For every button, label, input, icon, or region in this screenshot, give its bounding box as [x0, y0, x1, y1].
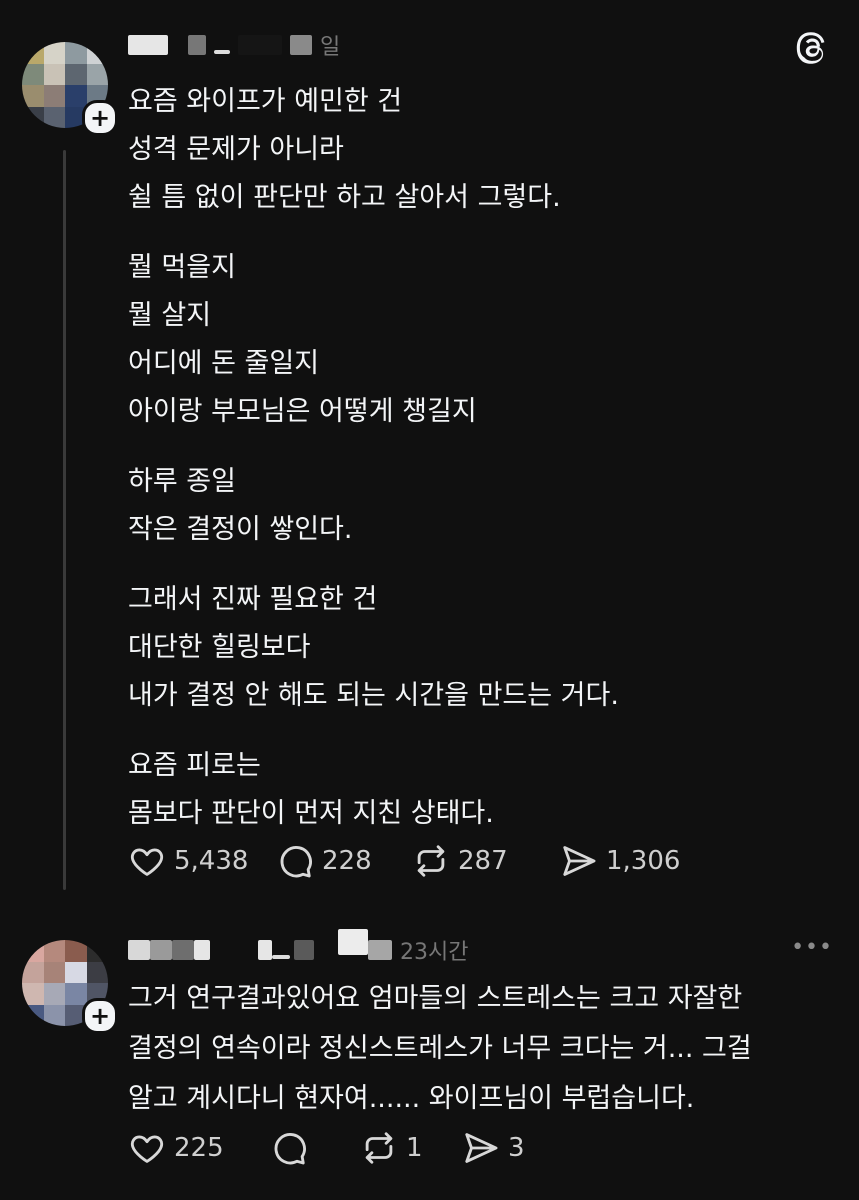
reply-actions: 225 1 3: [128, 1129, 525, 1167]
comment-button[interactable]: 228: [276, 842, 412, 880]
author-avatar[interactable]: +: [22, 940, 118, 1034]
heart-icon: [130, 848, 164, 876]
like-button[interactable]: 225: [128, 1129, 270, 1167]
text-line: 뭘 살지: [128, 300, 212, 331]
text-line: 그거 연구결과있어요 엄마들의 스트레스는 크고 자잘한: [128, 983, 743, 1014]
text-line: 요즘 와이프가 예민한 건: [128, 86, 403, 117]
post-body: 요즘 와이프가 예민한 건 성격 문제가 아니라 쉴 틈 없이 판단만 하고 살…: [128, 78, 828, 860]
repost-button[interactable]: 287: [412, 842, 560, 880]
text-line: 성격 문제가 아니라: [128, 134, 344, 165]
redacted-username-part: [258, 940, 272, 960]
text-line: 그래서 진짜 필요한 건: [128, 584, 378, 615]
post-actions: 5,438 228 287 1,306: [128, 842, 680, 880]
main-post: + 일 요즘 와이프가 예민한 건 성격 문제가 아니라 쉴 틈 없이 판단만 …: [0, 0, 859, 915]
more-dots-icon[interactable]: •••: [791, 935, 833, 960]
comment-count: 228: [322, 846, 372, 876]
text-line: 대단한 힐링보다: [128, 632, 311, 663]
text-line: 작은 결정이 쌓인다.: [128, 514, 353, 545]
like-button[interactable]: 5,438: [128, 842, 276, 880]
text-line: 몸보다 판단이 먼저 지친 상태다.: [128, 798, 494, 829]
redacted-username-part: [214, 50, 230, 54]
comment-bubble-icon: [280, 846, 312, 878]
redacted-username[interactable]: [128, 940, 150, 960]
text-line: 결정의 연속이라 정신스트레스가 너무 크다는 거... 그걸: [128, 1033, 752, 1064]
text-line: 뭘 먹을지: [128, 252, 236, 283]
repost-icon: [417, 845, 445, 877]
share-count: 1,306: [606, 846, 681, 876]
post-timestamp: 일: [320, 35, 341, 60]
author-row: 일: [128, 32, 341, 60]
redacted-username-part: [290, 35, 312, 55]
text-line: 요즘 피로는: [128, 750, 261, 781]
share-count: 3: [508, 1133, 525, 1163]
reply-body: 그거 연구결과있어요 엄마들의 스트레스는 크고 자잘한 결정의 연속이라 정신…: [128, 974, 828, 1124]
send-icon: [465, 1133, 498, 1163]
author-avatar[interactable]: +: [22, 42, 118, 136]
reply-timestamp: 23시간: [400, 940, 469, 965]
text-line: 어디에 돈 줄일지: [128, 348, 320, 379]
reply-post: + 23시간 ••• 그거 연구결과있어요 엄마들의 스트레스는 크고 자잘한 …: [0, 915, 859, 1200]
comment-bubble-icon: [274, 1133, 306, 1165]
paragraph: 요즘 와이프가 예민한 건 성격 문제가 아니라 쉴 틈 없이 판단만 하고 살…: [128, 78, 828, 222]
paragraph: 요즘 피로는 몸보다 판단이 먼저 지친 상태다.: [128, 742, 828, 838]
follow-plus-icon[interactable]: +: [82, 100, 118, 136]
send-icon: [563, 846, 596, 876]
like-count: 225: [174, 1133, 224, 1163]
share-button[interactable]: 1,306: [560, 842, 680, 880]
redacted-username-part: [368, 940, 392, 960]
share-button[interactable]: 3: [462, 1129, 525, 1167]
repost-button[interactable]: 1: [360, 1129, 462, 1167]
redacted-username-part: [338, 929, 368, 955]
text-line: 아이랑 부모님은 어떻게 챙길지: [128, 396, 477, 427]
redacted-username-part: [188, 35, 206, 55]
text-line: 내가 결정 안 해도 되는 시간을 만드는 거다.: [128, 680, 619, 711]
follow-plus-icon[interactable]: +: [82, 998, 118, 1034]
redacted-username-part: [194, 940, 210, 960]
threads-logo-icon[interactable]: [795, 30, 831, 66]
redacted-username-part: [238, 35, 282, 55]
redacted-username-part: [172, 940, 194, 960]
paragraph: 그래서 진짜 필요한 건 대단한 힐링보다 내가 결정 안 해도 되는 시간을 …: [128, 576, 828, 720]
paragraph: 하루 종일 작은 결정이 쌓인다.: [128, 458, 828, 554]
redacted-username[interactable]: [128, 35, 168, 55]
author-row: 23시간: [128, 929, 469, 965]
redacted-username-part: [272, 955, 290, 959]
repost-icon: [365, 1132, 393, 1164]
text-line: 알고 계시다니 현자여...... 와이프님이 부럽습니다.: [128, 1083, 695, 1114]
text-line: 쉴 틈 없이 판단만 하고 살아서 그렇다.: [128, 182, 561, 213]
redacted-username-part: [150, 940, 172, 960]
heart-icon: [130, 1135, 164, 1163]
repost-count: 1: [406, 1133, 423, 1163]
paragraph: 뭘 먹을지 뭘 살지 어디에 돈 줄일지 아이랑 부모님은 어떻게 챙길지: [128, 244, 828, 436]
comment-button[interactable]: [270, 1129, 360, 1167]
thread-connector-line: [63, 150, 66, 890]
repost-count: 287: [458, 846, 508, 876]
text-line: 하루 종일: [128, 466, 236, 497]
redacted-username-part: [294, 940, 314, 960]
like-count: 5,438: [174, 846, 249, 876]
paragraph: 그거 연구결과있어요 엄마들의 스트레스는 크고 자잘한 결정의 연속이라 정신…: [128, 974, 828, 1124]
